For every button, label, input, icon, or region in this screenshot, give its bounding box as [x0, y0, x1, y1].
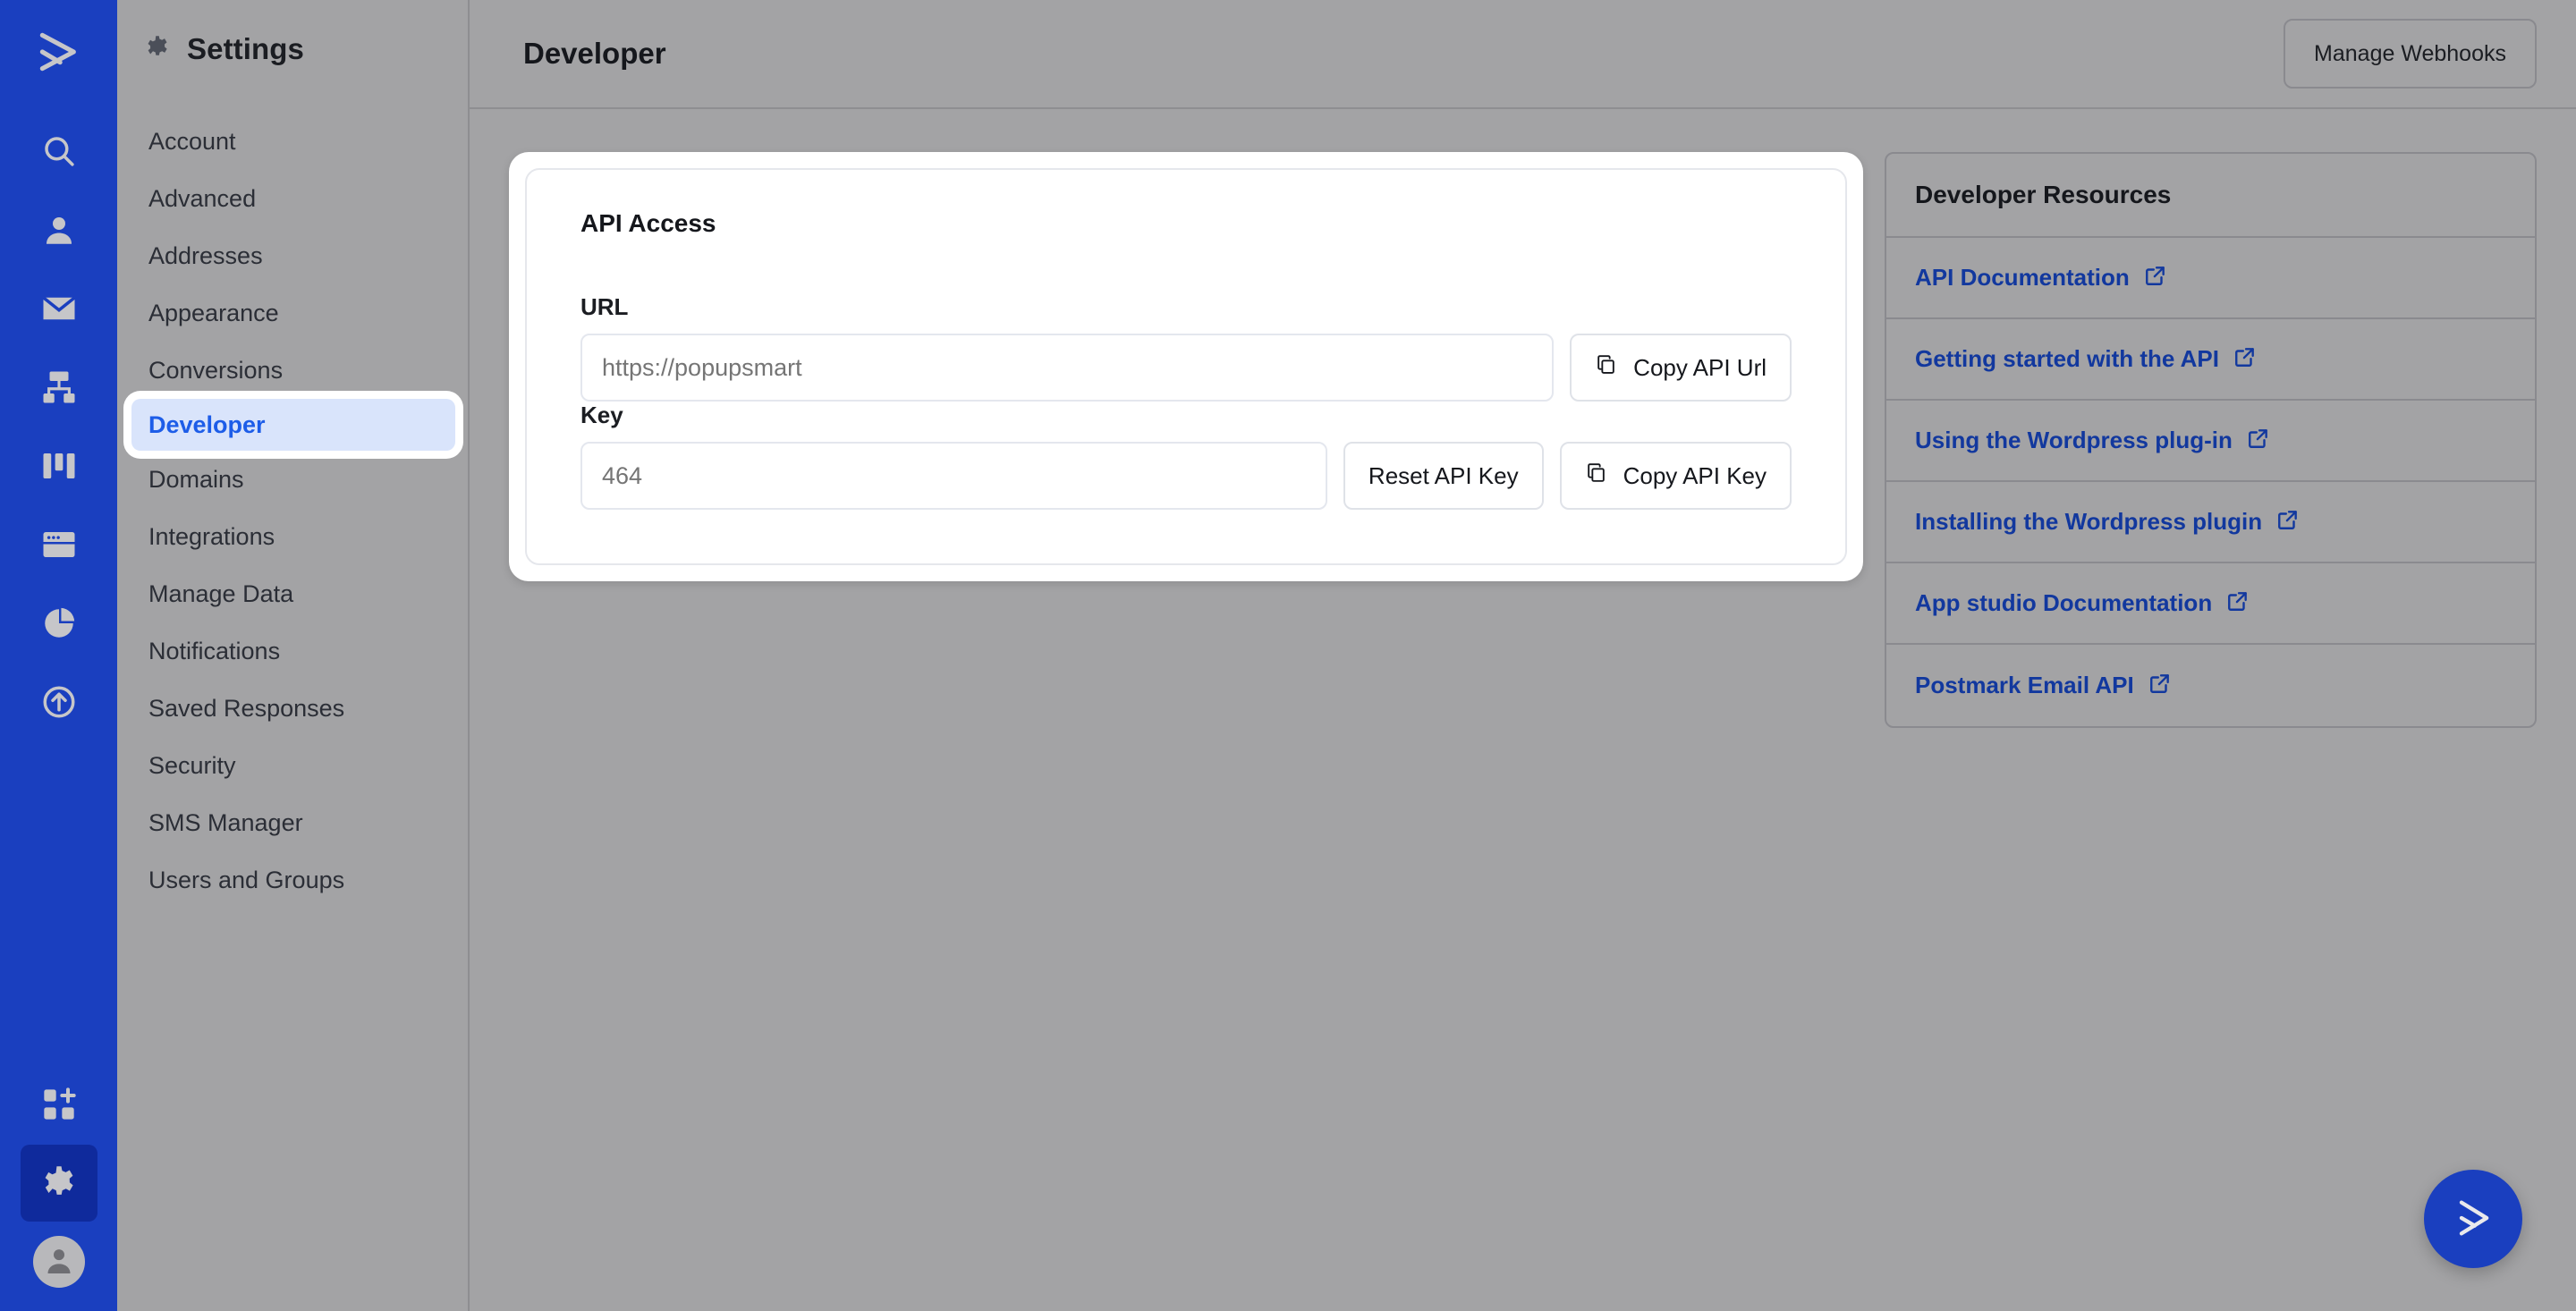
copy-api-url-label: Copy API Url [1633, 353, 1767, 381]
sidebar-item-upgrade[interactable] [21, 664, 97, 740]
sidebar-item-deals[interactable] [21, 427, 97, 504]
external-link-icon [2144, 264, 2167, 292]
upgrade-icon [40, 683, 78, 721]
sidebar-item-automations[interactable] [21, 349, 97, 426]
resource-row[interactable]: Installing the Wordpress plugin [1886, 482, 2535, 563]
main-content: Developer Manage Webhooks API Access URL [470, 0, 2576, 1311]
app-root: Settings Account Advanced Addresses Appe… [0, 0, 2576, 1311]
url-label: URL [580, 293, 629, 320]
link-using-the-wordpress-plugin[interactable]: Using the Wordpress plug-in [1915, 427, 2233, 454]
page-title: Developer [523, 37, 666, 70]
api-key-input[interactable] [580, 442, 1327, 510]
copy-api-url-button[interactable]: Copy API Url [1570, 334, 1792, 402]
api-access-title: API Access [580, 209, 716, 237]
contacts-icon [40, 211, 78, 249]
external-link-icon [2233, 345, 2257, 373]
page-header: Developer Manage Webhooks [470, 0, 2576, 109]
sidebar-item-addresses[interactable]: Addresses [117, 227, 468, 284]
key-label: Key [580, 402, 623, 428]
settings-sidebar: Settings Account Advanced Addresses Appe… [117, 0, 470, 1311]
sidebar-item-users-and-groups[interactable]: Users and Groups [117, 851, 468, 909]
external-link-icon [2226, 589, 2250, 617]
external-link-icon [2247, 427, 2270, 454]
copy-api-key-label: Copy API Key [1623, 461, 1767, 489]
reset-api-key-button[interactable]: Reset API Key [1343, 442, 1544, 510]
resource-row[interactable]: Postmark Email API [1886, 645, 2535, 726]
sidebar-item-appearance[interactable]: Appearance [117, 284, 468, 342]
resource-row[interactable]: App studio Documentation [1886, 563, 2535, 645]
sidebar-item-search[interactable] [21, 113, 97, 190]
gear-icon [39, 1163, 79, 1203]
sidebar-item-notifications[interactable]: Notifications [117, 622, 468, 680]
copy-icon [1595, 353, 1617, 382]
sidebar-item-advanced[interactable]: Advanced [117, 170, 468, 227]
activecampaign-logo-icon[interactable] [30, 23, 88, 80]
gear-icon [144, 34, 171, 65]
external-link-icon [2276, 508, 2300, 536]
api-access-card: API Access URL Copy API Url [509, 152, 1863, 581]
apps-icon [41, 1087, 77, 1122]
link-postmark-email-api[interactable]: Postmark Email API [1915, 672, 2134, 699]
search-icon [40, 132, 78, 170]
automations-icon [40, 368, 78, 406]
sidebar-item-developer[interactable]: Developer [131, 399, 455, 451]
url-field-group: URL Copy API Url [580, 293, 1792, 402]
resource-row[interactable]: Using the Wordpress plug-in [1886, 401, 2535, 482]
sidebar-item-security[interactable]: Security [117, 737, 468, 794]
activecampaign-chat-fab[interactable] [2424, 1170, 2522, 1268]
deals-icon [40, 447, 78, 485]
sidebar-item-pages[interactable] [21, 506, 97, 583]
link-getting-started-with-the-api[interactable]: Getting started with the API [1915, 345, 2219, 373]
link-api-documentation[interactable]: API Documentation [1915, 264, 2130, 292]
content-area: API Access URL Copy API Url [470, 109, 2576, 1311]
link-installing-the-wordpress-plugin[interactable]: Installing the Wordpress plugin [1915, 508, 2262, 536]
chevron-right-logo-icon [2450, 1195, 2496, 1244]
resource-row[interactable]: API Documentation [1886, 238, 2535, 319]
developer-resources-panel: Developer Resources API Documentation Ge… [1885, 152, 2537, 728]
external-link-icon [2148, 672, 2172, 699]
developer-resources-title: Developer Resources [1886, 154, 2535, 238]
settings-nav-list: Account Advanced Addresses Appearance Co… [117, 113, 468, 909]
url-row: Copy API Url [580, 334, 1792, 402]
settings-sidebar-header: Settings [117, 32, 468, 66]
key-row: Reset API Key Copy API Key [580, 442, 1792, 510]
link-app-studio-documentation[interactable]: App studio Documentation [1915, 589, 2212, 617]
avatar[interactable] [32, 1236, 85, 1288]
sidebar-item-sms-manager[interactable]: SMS Manager [117, 794, 468, 851]
sidebar-item-integrations[interactable]: Integrations [117, 508, 468, 565]
sidebar-item-account[interactable]: Account [117, 113, 468, 170]
api-url-input[interactable] [580, 334, 1555, 402]
pages-icon [40, 526, 78, 563]
copy-icon [1585, 461, 1607, 490]
settings-title: Settings [187, 32, 304, 65]
sidebar-item-campaigns[interactable] [21, 270, 97, 347]
sidebar-item-manage-data[interactable]: Manage Data [117, 565, 468, 622]
copy-api-key-button[interactable]: Copy API Key [1559, 442, 1792, 510]
sidebar-item-conversions[interactable]: Conversions [117, 342, 468, 399]
avatar-icon [41, 1242, 77, 1282]
resource-row[interactable]: Getting started with the API [1886, 319, 2535, 401]
key-field-group: Key Reset API Key Copy API Key [580, 402, 1792, 510]
sidebar-item-domains[interactable]: Domains [117, 451, 468, 508]
email-icon [40, 290, 78, 327]
sidebar-item-saved-responses[interactable]: Saved Responses [117, 680, 468, 737]
manage-webhooks-button[interactable]: Manage Webhooks [2284, 19, 2537, 89]
primary-nav-rail [0, 0, 117, 1311]
sidebar-item-settings[interactable] [20, 1145, 97, 1222]
sidebar-item-apps[interactable] [21, 1066, 97, 1143]
reports-icon [40, 605, 78, 642]
sidebar-item-contacts[interactable] [21, 191, 97, 268]
sidebar-item-reports[interactable] [21, 585, 97, 662]
api-access-card-inner: API Access URL Copy API Url [525, 168, 1847, 565]
